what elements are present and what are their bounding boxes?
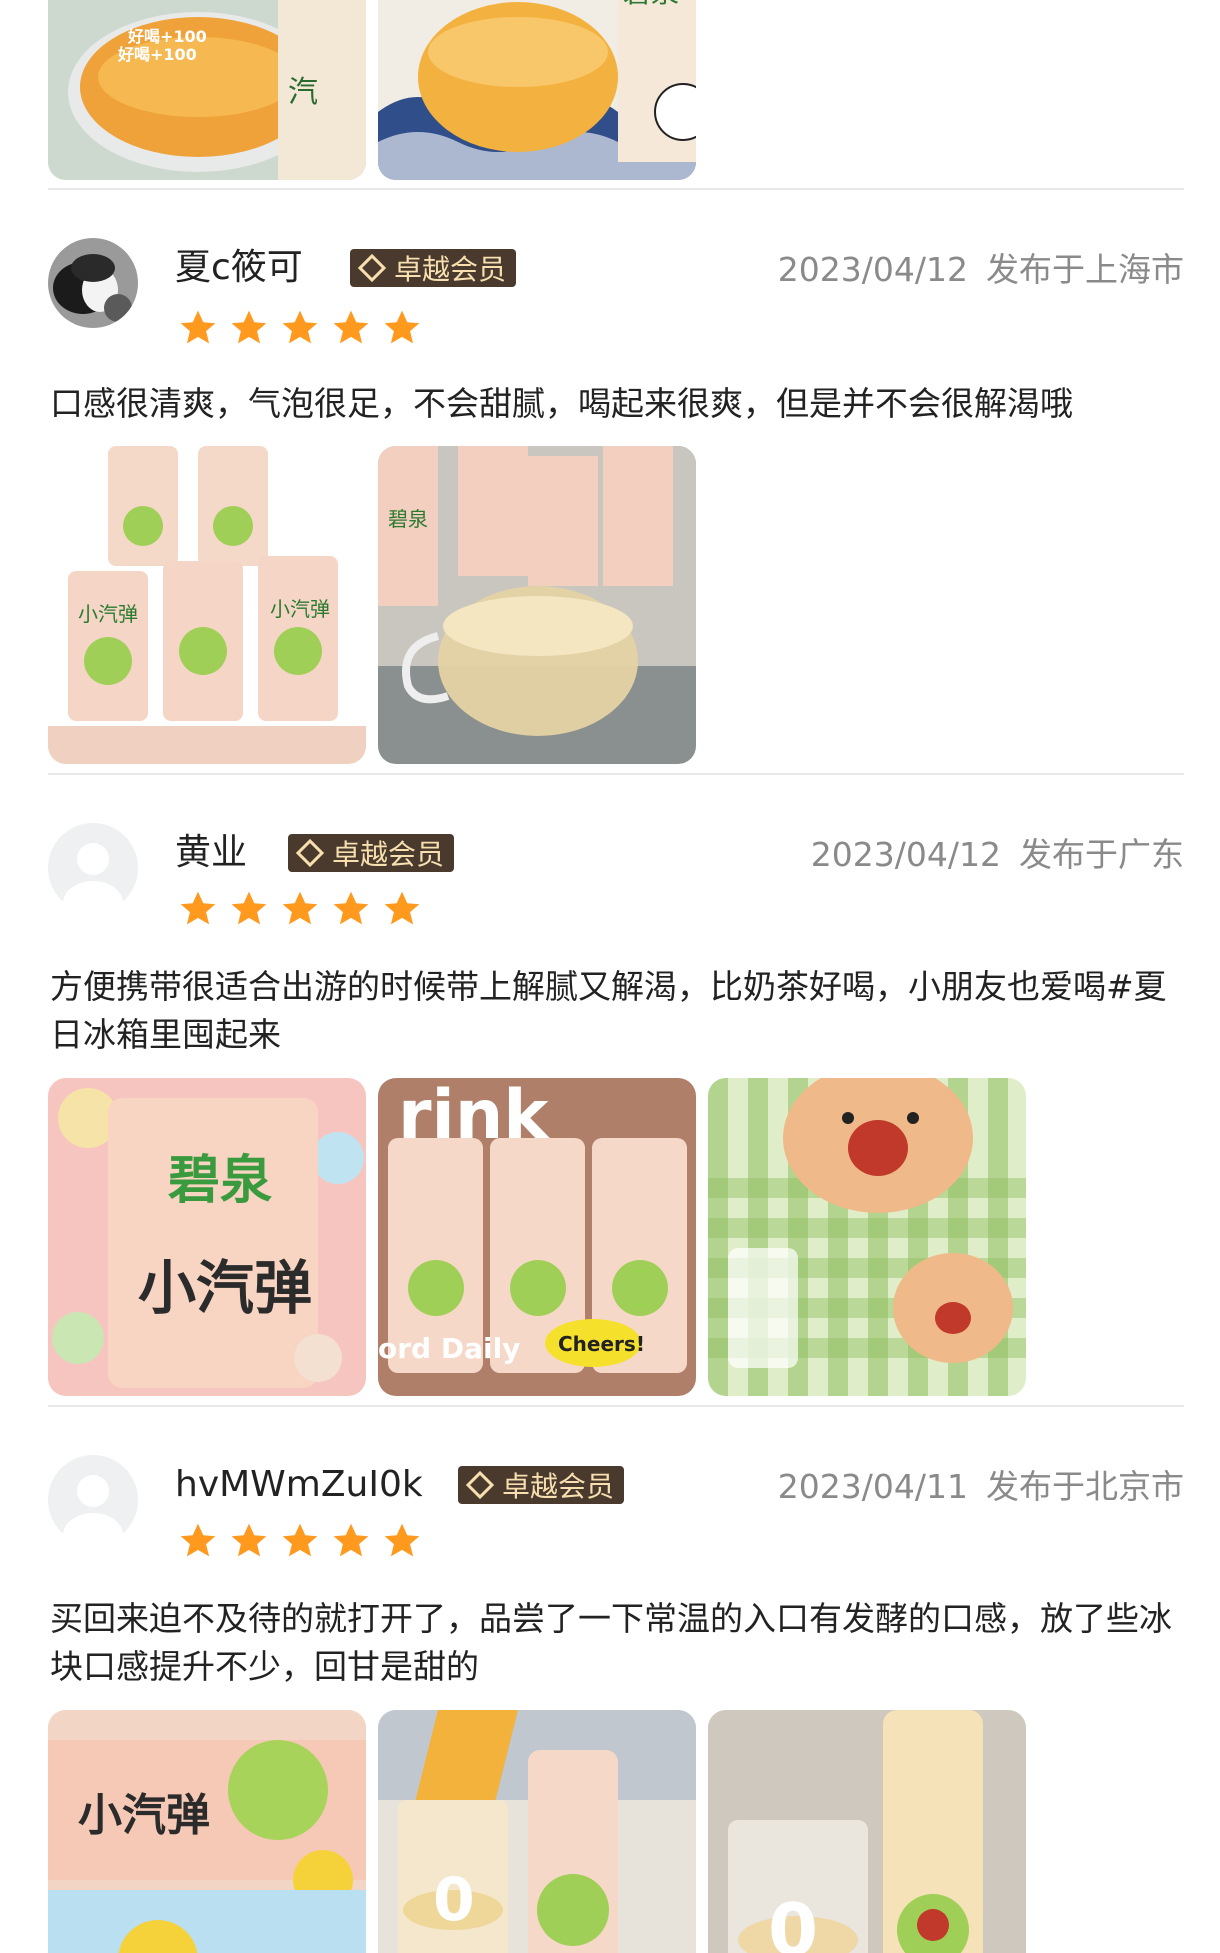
diamond-icon [295, 838, 325, 868]
member-badge-label: 卓越会员 [394, 253, 507, 286]
photo-caption: 碧泉 [388, 507, 428, 531]
star-icon [384, 310, 420, 344]
review-photo[interactable]: 碧泉 [378, 446, 696, 764]
member-badge: 卓越会员 [288, 834, 455, 872]
member-badge-label: 卓越会员 [332, 838, 445, 871]
review-photo[interactable]: 0 0 [378, 1710, 696, 1953]
username[interactable]: hvMWmZuI0k [175, 1465, 423, 1505]
review-meta: 2023/04/11 发布于北京市 [778, 1467, 1184, 1507]
review-meta: 2023/04/12 发布于广东 [811, 835, 1184, 875]
member-badge-label: 卓越会员 [502, 1470, 615, 1503]
star-icon [384, 1523, 420, 1557]
photo-caption: ord Daily [378, 1332, 520, 1365]
avatar[interactable] [48, 238, 138, 328]
avatar[interactable] [48, 823, 138, 913]
photo-caption: 好喝+100 [117, 45, 197, 64]
review-photo[interactable]: 碧泉 [378, 0, 696, 180]
review-text: 方便携带很适合出游的时候带上解腻又解渴，比奶茶好喝，小朋友也爱喝#夏日冰箱里囤起… [50, 967, 1167, 1054]
review-text: 买回来迫不及待的就打开了，品尝了一下常温的入口有发酵的口感，放了些冰块口感提升不… [50, 1599, 1172, 1686]
photo-caption: 好喝+100 [127, 27, 207, 46]
photo-caption: Cheers! [558, 1332, 645, 1356]
photo-caption: 小汽弹 [78, 602, 138, 626]
review-meta: 2023/04/12 发布于上海市 [778, 250, 1184, 290]
star-icon [282, 891, 318, 925]
review-photo[interactable]: rink ord Daily Cheers! [378, 1078, 696, 1396]
star-icon [180, 1523, 216, 1557]
rating-stars [178, 309, 422, 347]
star-icon [333, 310, 369, 344]
review-photo[interactable]: 0 [708, 1710, 1026, 1953]
photo-caption: 碧泉 [168, 1151, 272, 1211]
star-icon [384, 891, 420, 925]
photo-caption: 碧泉 [623, 0, 679, 9]
member-badge: 卓越会员 [350, 249, 517, 287]
review-date: 2023/04/12 [777, 250, 968, 289]
review-photo[interactable] [708, 1078, 1026, 1396]
photo-caption: 小汽弹 [270, 597, 330, 621]
avatar[interactable] [48, 1455, 138, 1545]
review-date: 2023/04/12 [810, 835, 1001, 874]
divider [48, 773, 1184, 775]
star-icon [231, 891, 267, 925]
username[interactable]: 黄业 [175, 833, 247, 873]
star-icon [282, 310, 318, 344]
star-icon [333, 1523, 369, 1557]
review-photo[interactable]: 碧泉 小汽弹 [48, 1078, 366, 1396]
review-text: 口感很清爽，气泡很足，不会甜腻，喝起来很爽，但是并不会很解渴哦 [50, 384, 1073, 423]
diamond-icon [465, 1470, 495, 1500]
star-icon [282, 1523, 318, 1557]
rating-stars [178, 1522, 422, 1560]
diamond-icon [357, 253, 387, 283]
member-badge: 卓越会员 [458, 1466, 625, 1504]
username[interactable]: 夏c筱可 [175, 248, 303, 288]
review-location: 发布于北京市 [986, 1467, 1184, 1506]
star-icon [333, 891, 369, 925]
star-icon [180, 310, 216, 344]
review-date: 2023/04/11 [777, 1467, 968, 1506]
review-photo[interactable]: 汽 好喝+100 好喝+100 [48, 0, 366, 180]
photo-caption: 小汽弹 [138, 1254, 312, 1322]
star-icon [231, 310, 267, 344]
divider [48, 188, 1184, 190]
rating-stars [178, 890, 422, 928]
review-location: 发布于广东 [1019, 835, 1184, 874]
divider [48, 1405, 1184, 1407]
photo-caption: 小汽弹 [78, 1790, 210, 1841]
star-icon [231, 1523, 267, 1557]
review-location: 发布于上海市 [986, 250, 1184, 289]
photo-caption: 0 [768, 1888, 818, 1953]
photo-caption: 0 [433, 1865, 475, 1935]
review-photo[interactable]: 小汽弹 小汽弹 [48, 446, 366, 764]
review-photo[interactable]: 小汽弹 [48, 1710, 366, 1953]
svg-text:汽: 汽 [288, 75, 318, 110]
star-icon [180, 891, 216, 925]
photo-caption: rink [398, 1078, 550, 1155]
